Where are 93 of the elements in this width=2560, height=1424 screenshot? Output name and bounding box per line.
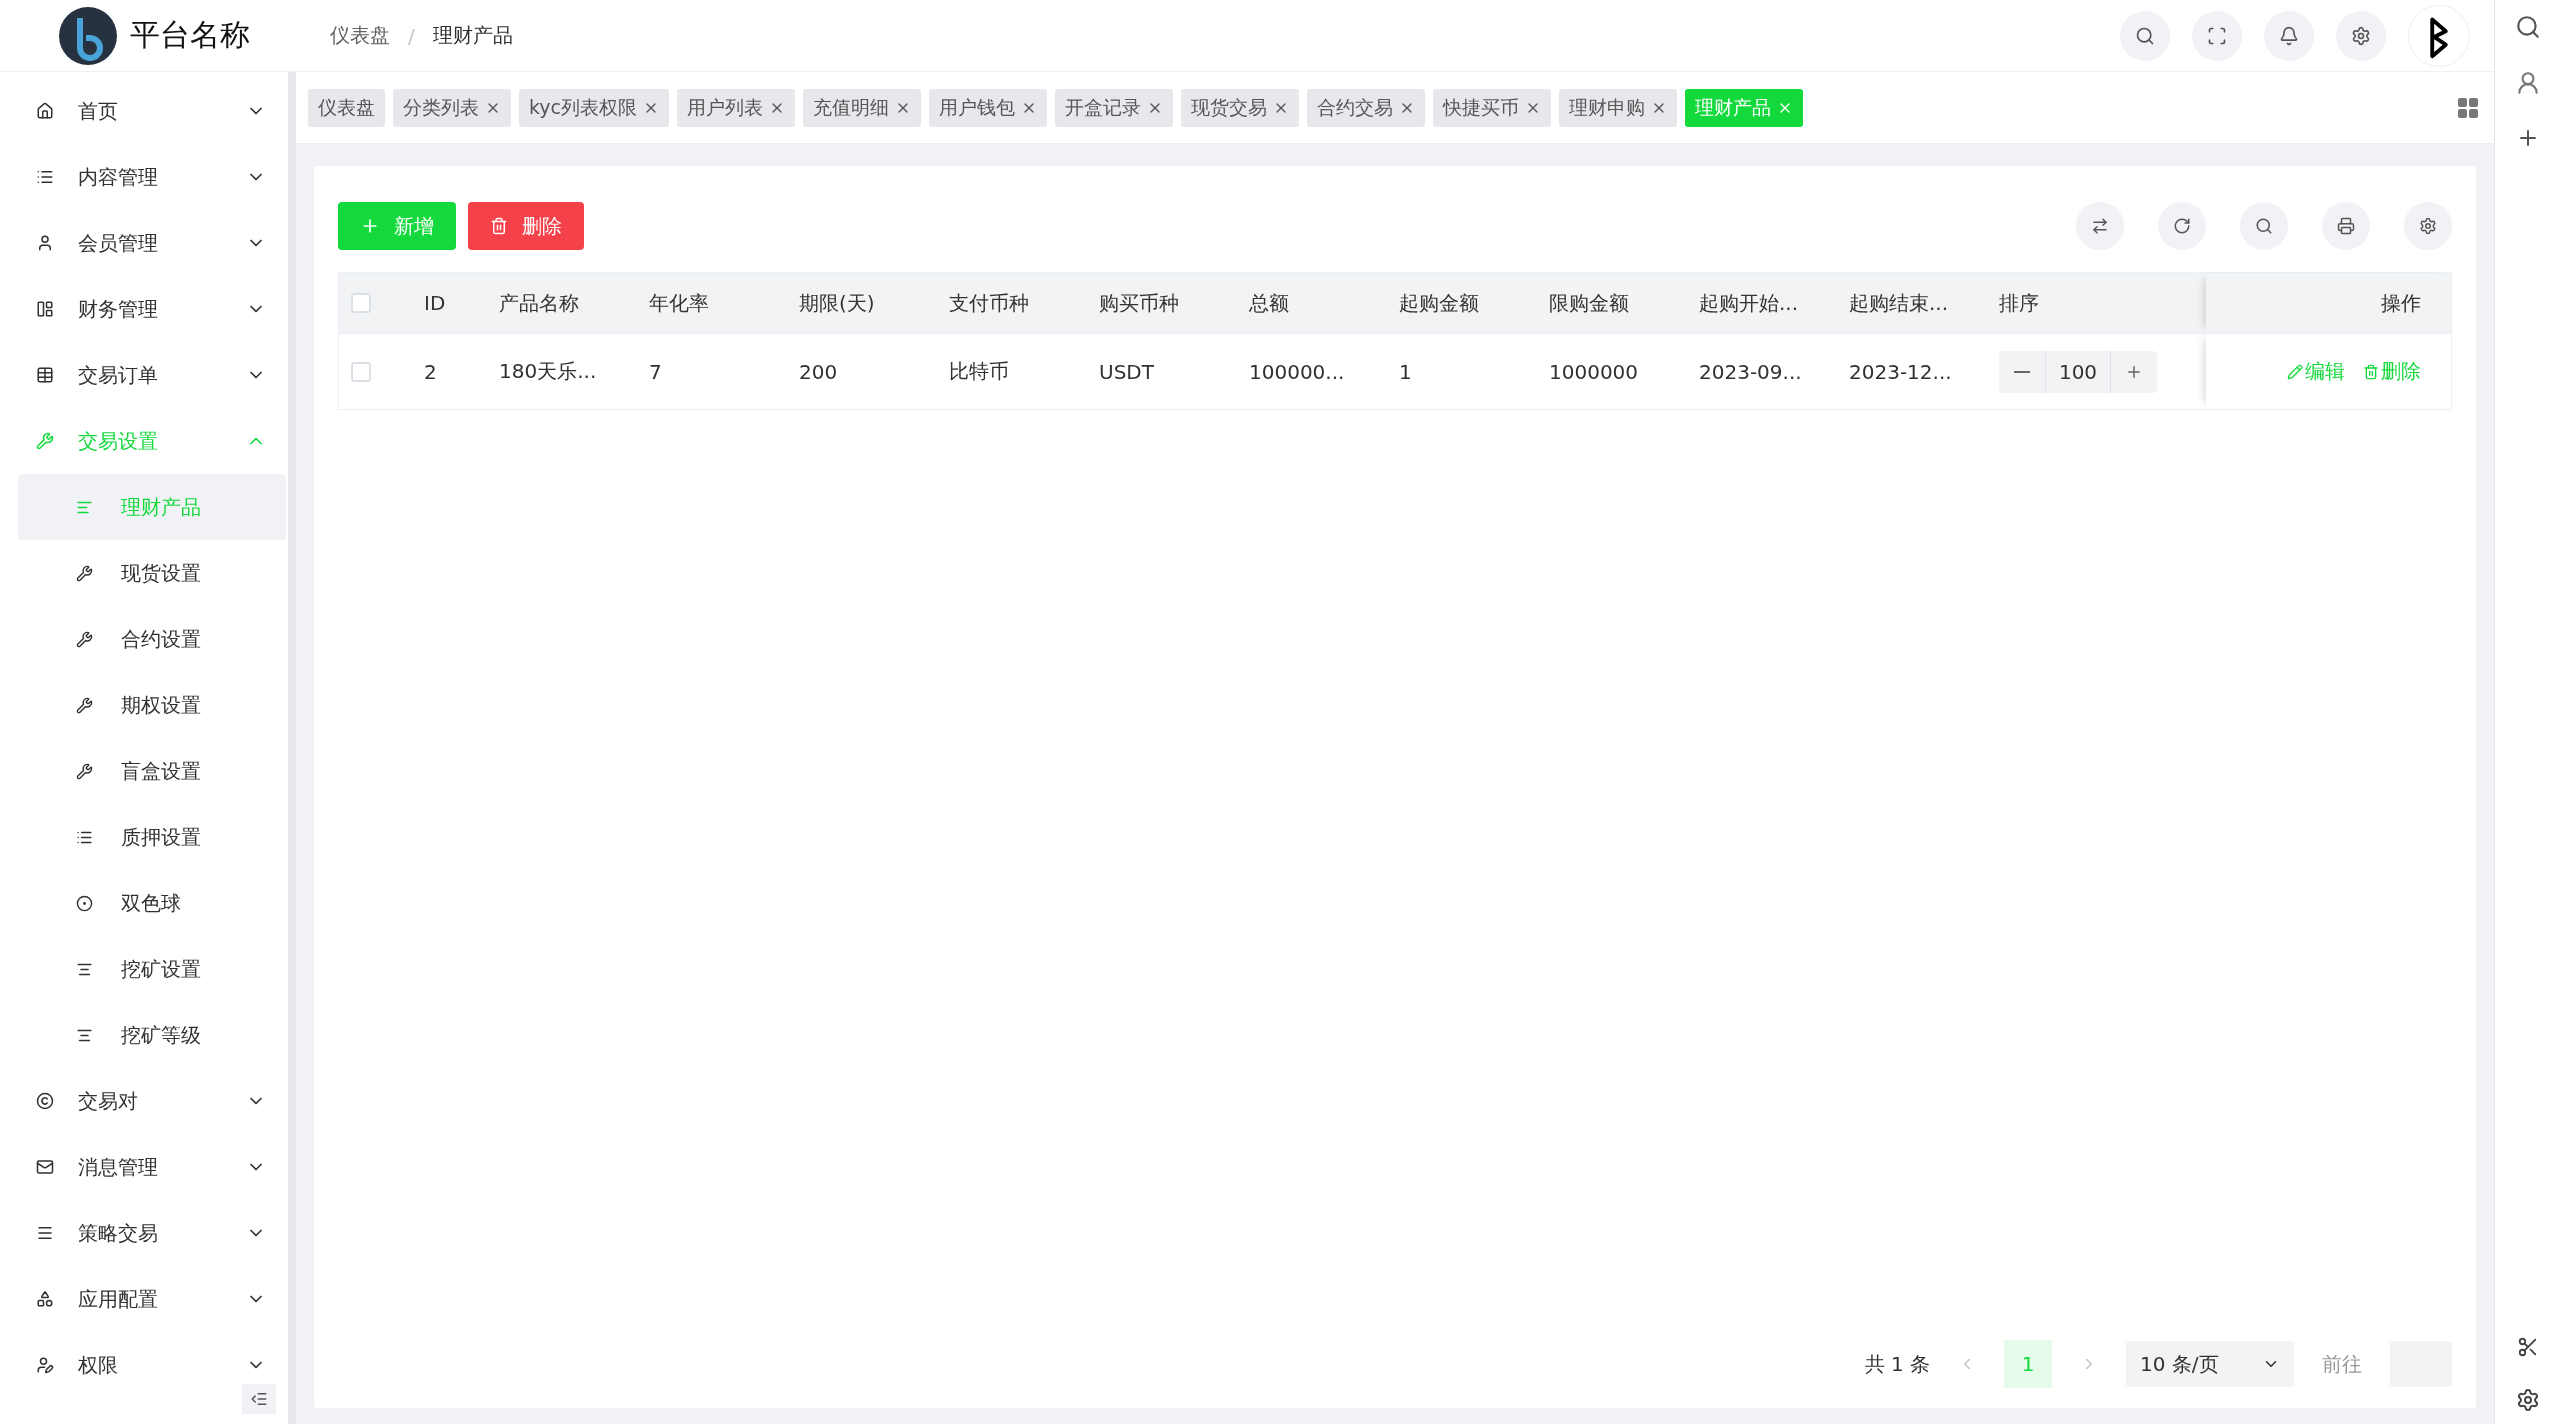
checkbox[interactable] bbox=[351, 361, 371, 382]
scissors-icon[interactable] bbox=[2516, 1336, 2539, 1358]
column-header: 操作 bbox=[2206, 273, 2451, 333]
column-header: 产品名称 bbox=[487, 273, 637, 333]
table-cell: 7 bbox=[637, 333, 787, 409]
collapse-button[interactable] bbox=[242, 1384, 276, 1414]
grid-icon[interactable] bbox=[2456, 95, 2480, 120]
refresh-icon bbox=[2173, 217, 2191, 235]
submenu-item[interactable]: 双色球 bbox=[18, 870, 286, 936]
swap-icon bbox=[2091, 217, 2109, 235]
table-cell: 2023-09... bbox=[1687, 333, 1837, 409]
column-header: ID bbox=[412, 273, 487, 333]
column-header: 起购开始... bbox=[1687, 273, 1837, 333]
fullscreen-icon bbox=[2207, 25, 2227, 46]
table-cell: 180天乐... bbox=[487, 333, 637, 409]
settings-icon[interactable] bbox=[2515, 1388, 2540, 1412]
sidebar-item[interactable]: 消息管理 bbox=[8, 1134, 288, 1200]
search-icon bbox=[2255, 217, 2273, 235]
tab[interactable]: 现货交易 bbox=[1181, 88, 1300, 127]
settings-button[interactable] bbox=[2404, 202, 2452, 250]
tab[interactable]: 分类列表 bbox=[393, 88, 511, 127]
table-cell: 2 bbox=[412, 333, 487, 409]
tab[interactable]: 用户列表 bbox=[677, 88, 796, 127]
sidebar-item[interactable]: 交易对 bbox=[8, 1068, 288, 1134]
sidebar-item[interactable]: 应用配置 bbox=[8, 1266, 288, 1332]
table-cell: 比特币 bbox=[937, 333, 1087, 409]
submenu-item[interactable]: 挖矿设置 bbox=[18, 936, 286, 1002]
breadcrumb-item: 理财产品 bbox=[432, 22, 513, 49]
settings-icon bbox=[2419, 217, 2437, 235]
submenu-item[interactable]: 期权设置 bbox=[18, 672, 286, 738]
brand-name: 平台名称 bbox=[130, 16, 251, 54]
search-button[interactable] bbox=[2120, 10, 2170, 61]
breadcrumb-separator: / bbox=[408, 23, 415, 48]
sidebar-item[interactable]: 交易订单 bbox=[8, 342, 288, 408]
tab[interactable]: 仪表盘 bbox=[308, 88, 385, 127]
search-icon bbox=[2135, 25, 2155, 46]
refresh-button[interactable] bbox=[2158, 202, 2206, 250]
tab[interactable]: 快捷买币 bbox=[1433, 88, 1552, 127]
sidebar-item[interactable]: 财务管理 bbox=[8, 276, 288, 342]
checkbox[interactable] bbox=[351, 293, 371, 313]
submenu-item[interactable]: 挖矿等级 bbox=[18, 1002, 286, 1068]
column-header: 起购金额 bbox=[1387, 273, 1537, 333]
table-cell: 1 bbox=[1387, 333, 1537, 409]
column-header: 购买币种 bbox=[1087, 273, 1237, 333]
tab[interactable]: 开盒记录 bbox=[1055, 88, 1174, 127]
search-button[interactable] bbox=[2240, 202, 2288, 250]
swap-button[interactable] bbox=[2076, 202, 2124, 250]
column-header: 总额 bbox=[1237, 273, 1387, 333]
trash-icon bbox=[2363, 363, 2379, 380]
table-cell: USDT bbox=[1087, 333, 1237, 409]
bell-icon bbox=[2279, 25, 2299, 46]
minus-icon bbox=[2014, 370, 2030, 373]
settings-button[interactable] bbox=[2336, 10, 2386, 61]
submenu-item[interactable]: 盲盒设置 bbox=[18, 738, 286, 804]
submenu-item[interactable]: 合约设置 bbox=[18, 606, 286, 672]
column-header: 支付币种 bbox=[937, 273, 1087, 333]
table-cell: 2023-12... bbox=[1837, 333, 1987, 409]
table-cell: 200 bbox=[787, 333, 937, 409]
tab[interactable]: 合约交易 bbox=[1307, 88, 1426, 127]
column-header: 起购结束... bbox=[1837, 273, 1987, 333]
sidebar-item[interactable]: 内容管理 bbox=[8, 144, 288, 210]
sidebar-item[interactable]: 会员管理 bbox=[8, 210, 288, 276]
number-stepper[interactable]: 100 bbox=[1999, 350, 2157, 393]
notification-button[interactable] bbox=[2264, 10, 2314, 61]
tab[interactable]: 用户钱包 bbox=[929, 88, 1048, 127]
delete-button[interactable]: 删除 bbox=[468, 202, 584, 250]
settings-icon bbox=[2351, 25, 2371, 46]
sidebar-item[interactable]: 首页 bbox=[8, 78, 288, 144]
sidebar-item[interactable]: 权限 bbox=[8, 1332, 288, 1398]
printer-icon bbox=[2337, 217, 2355, 235]
goto-label: 前往 bbox=[2322, 1350, 2362, 1378]
total-count: 共 1 条 bbox=[1864, 1350, 1930, 1378]
sidebar-item[interactable]: 策略交易 bbox=[8, 1200, 288, 1266]
indent-icon bbox=[250, 1390, 268, 1408]
submenu-item[interactable]: 现货设置 bbox=[18, 540, 286, 606]
table-cell: 1000000 bbox=[1537, 333, 1687, 409]
column-header: 限购金额 bbox=[1537, 273, 1687, 333]
column-header: 年化率 bbox=[637, 273, 787, 333]
tab[interactable]: 充值明细 bbox=[803, 88, 922, 127]
tab[interactable]: 理财申购 bbox=[1559, 88, 1678, 127]
pencil-icon bbox=[2287, 363, 2303, 380]
breadcrumb-item[interactable]: 仪表盘 bbox=[330, 22, 390, 49]
logo-icon bbox=[58, 5, 118, 66]
trash-icon bbox=[490, 217, 508, 235]
column-header: 排序 bbox=[1987, 273, 2206, 333]
column-header: 期限(天) bbox=[787, 273, 937, 333]
stepper-value: 100 bbox=[2045, 350, 2111, 393]
search-icon[interactable] bbox=[2514, 14, 2541, 40]
page-size-select[interactable]: 10 条/页 bbox=[2126, 1341, 2294, 1387]
tab[interactable]: kyc列表权限 bbox=[519, 88, 670, 127]
submenu-item[interactable]: 质押设置 bbox=[18, 804, 286, 870]
print-button[interactable] bbox=[2322, 202, 2370, 250]
table-cell: 100000... bbox=[1237, 333, 1387, 409]
